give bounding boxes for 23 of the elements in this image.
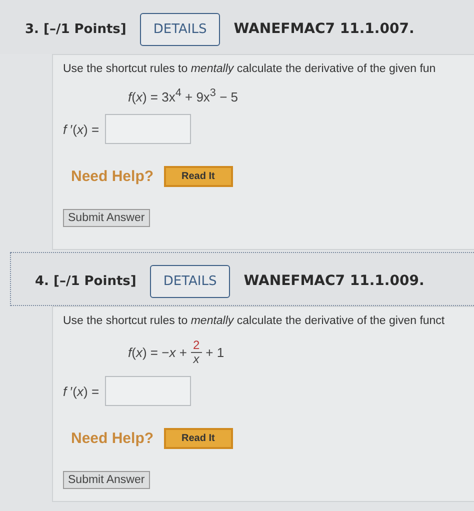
fraction-numerator: 2 (190, 339, 202, 354)
answer-field[interactable] (105, 376, 192, 406)
question-prompt: Use the shortcut rules to mentally calculate the derivative of the given funct (63, 315, 445, 327)
details-button[interactable]: DETAILS (140, 12, 220, 46)
fraction-denominator: x (193, 353, 200, 366)
answer-field[interactable] (105, 114, 192, 144)
read-it-button[interactable]: Read It (164, 428, 233, 450)
submit-answer-button[interactable]: Submit Answer (63, 471, 150, 490)
question-code: WANEFMAC7 11.1.007. (234, 21, 414, 37)
answer-label: f ′(x) = (63, 384, 100, 399)
question-code: WANEFMAC7 11.1.009. (244, 273, 424, 289)
equation-tail: + 1 (206, 345, 224, 360)
question-points: 4. [–/1 Points] (35, 274, 136, 288)
question-points: 3. [–/1 Points] (25, 22, 126, 36)
need-help-label: Need Help? (71, 430, 154, 448)
question-prompt: Use the shortcut rules to mentally calculate the derivative of the given fun (63, 63, 436, 75)
equation: f(x) = 3x$^{4}$ + 9x$^{3}$ − 5 (128, 87, 238, 104)
need-help-label: Need Help? (71, 168, 154, 186)
answer-label: f ′(x) = (63, 122, 100, 137)
equation-lead: f(x) = −x + (128, 345, 187, 360)
details-button[interactable]: DETAILS (150, 264, 230, 298)
submit-answer-button[interactable]: Submit Answer (63, 209, 150, 228)
read-it-button[interactable]: Read It (164, 166, 233, 188)
